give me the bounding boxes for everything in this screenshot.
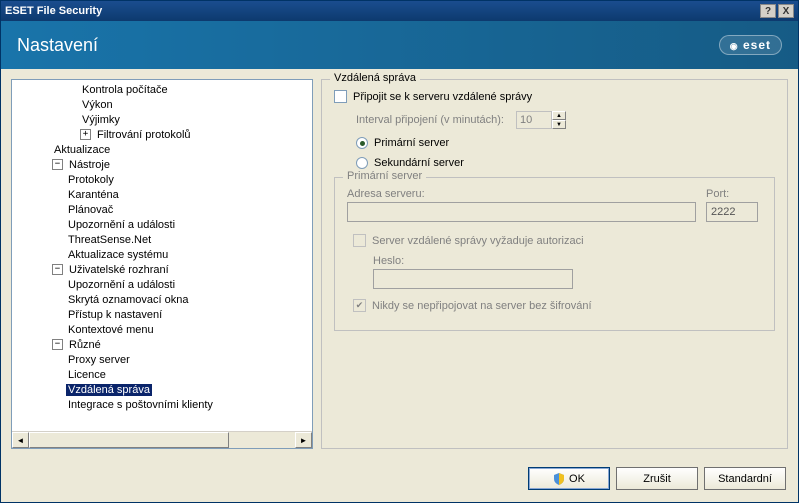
collapse-icon[interactable]: − [52,159,63,170]
tree-item[interactable]: + Filtrování protokolů [16,127,312,142]
tree-item[interactable]: −Uživatelské rozhraní [16,262,312,277]
tree-item[interactable]: Karanténa [16,187,312,202]
tree-item-label: Aktualizace [52,144,112,156]
interval-label: Interval připojení (v minutách): [356,114,504,126]
tree-item[interactable]: Proxy server [16,352,312,367]
tree-item-label: Proxy server [66,354,132,366]
tree-item[interactable]: Protokoly [16,172,312,187]
tree-item-label: Vzdálená správa [66,384,152,396]
address-label: Adresa serveru: [347,188,696,200]
primary-server-group: Primární server Adresa serveru: Port: Se… [334,177,775,331]
cancel-button[interactable]: Zrušit [616,467,698,490]
password-input[interactable] [373,269,573,289]
scroll-left-button[interactable]: ◄ [12,432,29,448]
no-encrypt-checkbox[interactable]: ✔ [353,299,366,312]
tree-item[interactable]: Kontextové menu [16,322,312,337]
tree-item-label: Upozornění a události [66,279,177,291]
tree-item[interactable]: ThreatSense.Net [16,232,312,247]
scroll-right-button[interactable]: ► [295,432,312,448]
collapse-icon[interactable]: − [52,264,63,275]
tree-item-label: Licence [66,369,108,381]
spinner-down[interactable]: ▼ [552,120,566,129]
navigation-tree[interactable]: Kontrola počítače Výkon Výjimky + Filtrování… [11,79,313,449]
tree-item[interactable]: Skrytá oznamovací okna [16,292,312,307]
tree-item-label: Protokoly [66,174,116,186]
auth-label: Server vzdálené správy vyžaduje autoriza… [372,235,584,247]
dialog-buttons: OK Zrušit Standardní [1,459,798,498]
tree-item-label: Integrace s poštovními klienty [66,399,215,411]
tree-item-label: ThreatSense.Net [66,234,153,246]
tree-item-label: Skrytá oznamovací okna [66,294,190,306]
tree-item[interactable]: Integrace s poštovními klienty [16,397,312,412]
tree-item-label: Plánovač [66,204,115,216]
tree-item-label: Různé [67,339,103,351]
tree-item-label: Nástroje [67,159,112,171]
scroll-track[interactable] [29,432,295,448]
tree-item-label: Uživatelské rozhraní [67,264,171,276]
tree-item-label: Filtrování protokolů [95,129,193,141]
no-encrypt-label: Nikdy se nepřipojovat na server bez šifr… [372,300,592,312]
tree-item-label: Kontextové menu [66,324,156,336]
tree-item[interactable]: Upozornění a události [16,277,312,292]
shield-icon [553,473,565,485]
auth-checkbox[interactable] [353,234,366,247]
tree-item[interactable]: −Nástroje [16,157,312,172]
tree-item[interactable]: Plánovač [16,202,312,217]
tree-item[interactable]: Výjimky [16,112,312,127]
connect-label: Připojit se k serveru vzdálené správy [353,91,532,103]
tree-item[interactable]: −Různé [16,337,312,352]
horizontal-scrollbar[interactable]: ◄ ► [12,431,312,448]
default-button[interactable]: Standardní [704,467,786,490]
remote-admin-group: Vzdálená správa Připojit se k serveru vz… [321,79,788,449]
spinner-up[interactable]: ▲ [552,111,566,120]
primary-server-title: Primární server [343,170,426,182]
tree-item-label: Aktualizace systému [66,249,170,261]
primary-radio-label: Primární server [374,137,449,149]
tree-item-label: Výkon [80,99,115,111]
titlebar: ESET File Security ? X [1,1,798,21]
tree-item[interactable]: Přístup k nastavení [16,307,312,322]
secondary-radio[interactable] [356,157,368,169]
tree-item[interactable]: Upozornění a události [16,217,312,232]
window-title: ESET File Security [5,5,760,17]
tree-item[interactable]: Výkon [16,97,312,112]
interval-input[interactable] [516,111,552,129]
tree-item-label: Kontrola počítače [80,84,170,96]
tree-item[interactable]: Licence [16,367,312,382]
close-button[interactable]: X [778,4,794,18]
password-label: Heslo: [373,255,404,267]
ok-button[interactable]: OK [528,467,610,490]
interval-spinner[interactable]: ▲ ▼ [516,111,566,129]
primary-radio[interactable] [356,137,368,149]
group-title: Vzdálená správa [330,72,420,84]
tree-item-label: Karanténa [66,189,121,201]
scroll-thumb[interactable] [29,432,229,448]
help-button[interactable]: ? [760,4,776,18]
expand-icon[interactable]: + [80,129,91,140]
tree-item[interactable]: Vzdálená správa [16,382,312,397]
tree-item[interactable]: Aktualizace systému [16,247,312,262]
tree-item-label: Výjimky [80,114,122,126]
port-label: Port: [706,188,762,200]
tree-item-label: Přístup k nastavení [66,309,164,321]
connect-checkbox[interactable] [334,90,347,103]
header-bar: Nastavení ◉ eset [1,21,798,69]
collapse-icon[interactable]: − [52,339,63,350]
secondary-radio-label: Sekundární server [374,157,464,169]
logo: ◉ eset [719,35,782,55]
tree-item[interactable]: Aktualizace [16,142,312,157]
tree-item[interactable]: Kontrola počítače [16,82,312,97]
tree-item-label: Upozornění a události [66,219,177,231]
page-title: Nastavení [17,35,98,56]
port-input[interactable] [706,202,758,222]
address-input[interactable] [347,202,696,222]
